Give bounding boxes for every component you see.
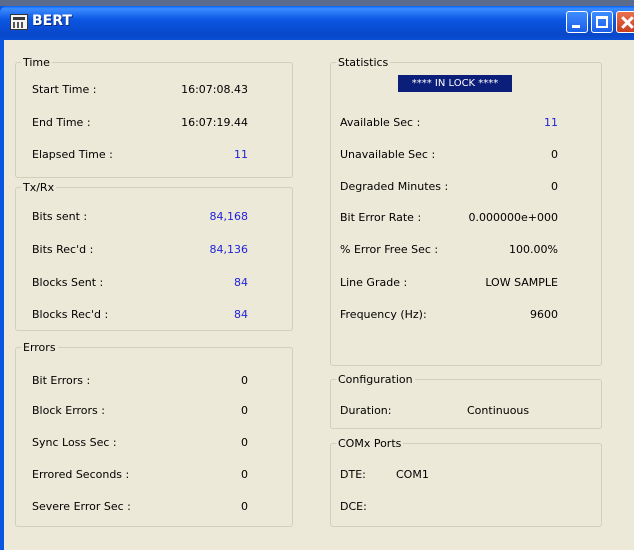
degraded-minutes-label: Degraded Minutes :	[340, 180, 449, 193]
error-free-sec-label: % Error Free Sec :	[340, 243, 439, 256]
title-bar[interactable]: BERT	[0, 6, 634, 40]
duration-label: Duration:	[340, 404, 392, 417]
errored-seconds-value: 0	[241, 468, 248, 481]
errors-group-legend: Errors	[23, 341, 56, 354]
bits-recd-label: Bits Rec'd :	[32, 243, 94, 256]
frequency-value: 9600	[530, 308, 558, 321]
statistics-group-legend: Statistics	[338, 56, 389, 69]
blocks-recd-label: Blocks Rec'd :	[32, 308, 109, 321]
bits-sent-label: Bits sent :	[32, 210, 88, 223]
txrx-group-legend: Tx/Rx	[23, 181, 55, 194]
available-sec-label: Available Sec :	[340, 116, 421, 129]
bit-errors-value: 0	[241, 374, 248, 387]
end-time-label: End Time :	[32, 116, 91, 129]
elapsed-time-value: 11	[234, 148, 248, 161]
blocks-sent-value: 84	[234, 276, 248, 289]
window-title: BERT	[32, 13, 72, 29]
dte-label: DTE:	[340, 468, 366, 481]
blocks-recd-value: 84	[234, 308, 248, 321]
block-errors-value: 0	[241, 404, 248, 417]
start-time-value: 16:07:08.43	[181, 83, 248, 96]
comx-ports-group: COMx Ports	[330, 437, 602, 527]
configuration-group: Configuration	[330, 373, 602, 429]
app-icon[interactable]	[10, 14, 28, 30]
start-time-label: Start Time :	[32, 83, 97, 96]
frequency-label: Frequency (Hz):	[340, 308, 427, 321]
bit-error-rate-value: 0.000000e+000	[468, 211, 558, 224]
elapsed-time-label: Elapsed Time :	[32, 148, 113, 161]
dce-label: DCE:	[340, 500, 367, 513]
line-grade-value: LOW SAMPLE	[485, 276, 558, 289]
minimize-icon	[572, 25, 580, 28]
close-button[interactable]	[616, 11, 634, 33]
available-sec-value: 11	[544, 116, 558, 129]
lock-status-indicator: **** IN LOCK ****	[398, 75, 512, 92]
line-grade-label: Line Grade :	[340, 276, 408, 289]
sync-loss-sec-value: 0	[241, 436, 248, 449]
error-free-sec-value: 100.00%	[509, 243, 558, 256]
duration-value: Continuous	[467, 404, 530, 417]
degraded-minutes-value: 0	[551, 180, 558, 193]
severe-error-sec-value: 0	[241, 500, 248, 513]
unavailable-sec-value: 0	[551, 148, 558, 161]
bit-errors-label: Bit Errors :	[32, 374, 91, 387]
blocks-sent-label: Blocks Sent :	[32, 276, 104, 289]
bits-recd-value: 84,136	[209, 243, 249, 256]
configuration-group-legend: Configuration	[338, 373, 413, 386]
time-group-legend: Time	[23, 56, 50, 69]
unavailable-sec-label: Unavailable Sec :	[340, 148, 436, 161]
end-time-value: 16:07:19.44	[181, 116, 248, 129]
sync-loss-sec-label: Sync Loss Sec :	[32, 436, 117, 449]
minimize-button[interactable]	[566, 11, 588, 33]
block-errors-label: Block Errors :	[32, 404, 105, 417]
bits-sent-value: 84,168	[209, 210, 249, 223]
bit-error-rate-label: Bit Error Rate :	[340, 211, 422, 224]
maximize-button[interactable]	[591, 11, 613, 33]
maximize-icon	[596, 16, 608, 28]
dte-value: COM1	[396, 468, 429, 481]
comx-ports-group-legend: COMx Ports	[338, 437, 402, 450]
severe-error-sec-label: Severe Error Sec :	[32, 500, 131, 513]
errored-seconds-label: Errored Seconds :	[32, 468, 130, 481]
